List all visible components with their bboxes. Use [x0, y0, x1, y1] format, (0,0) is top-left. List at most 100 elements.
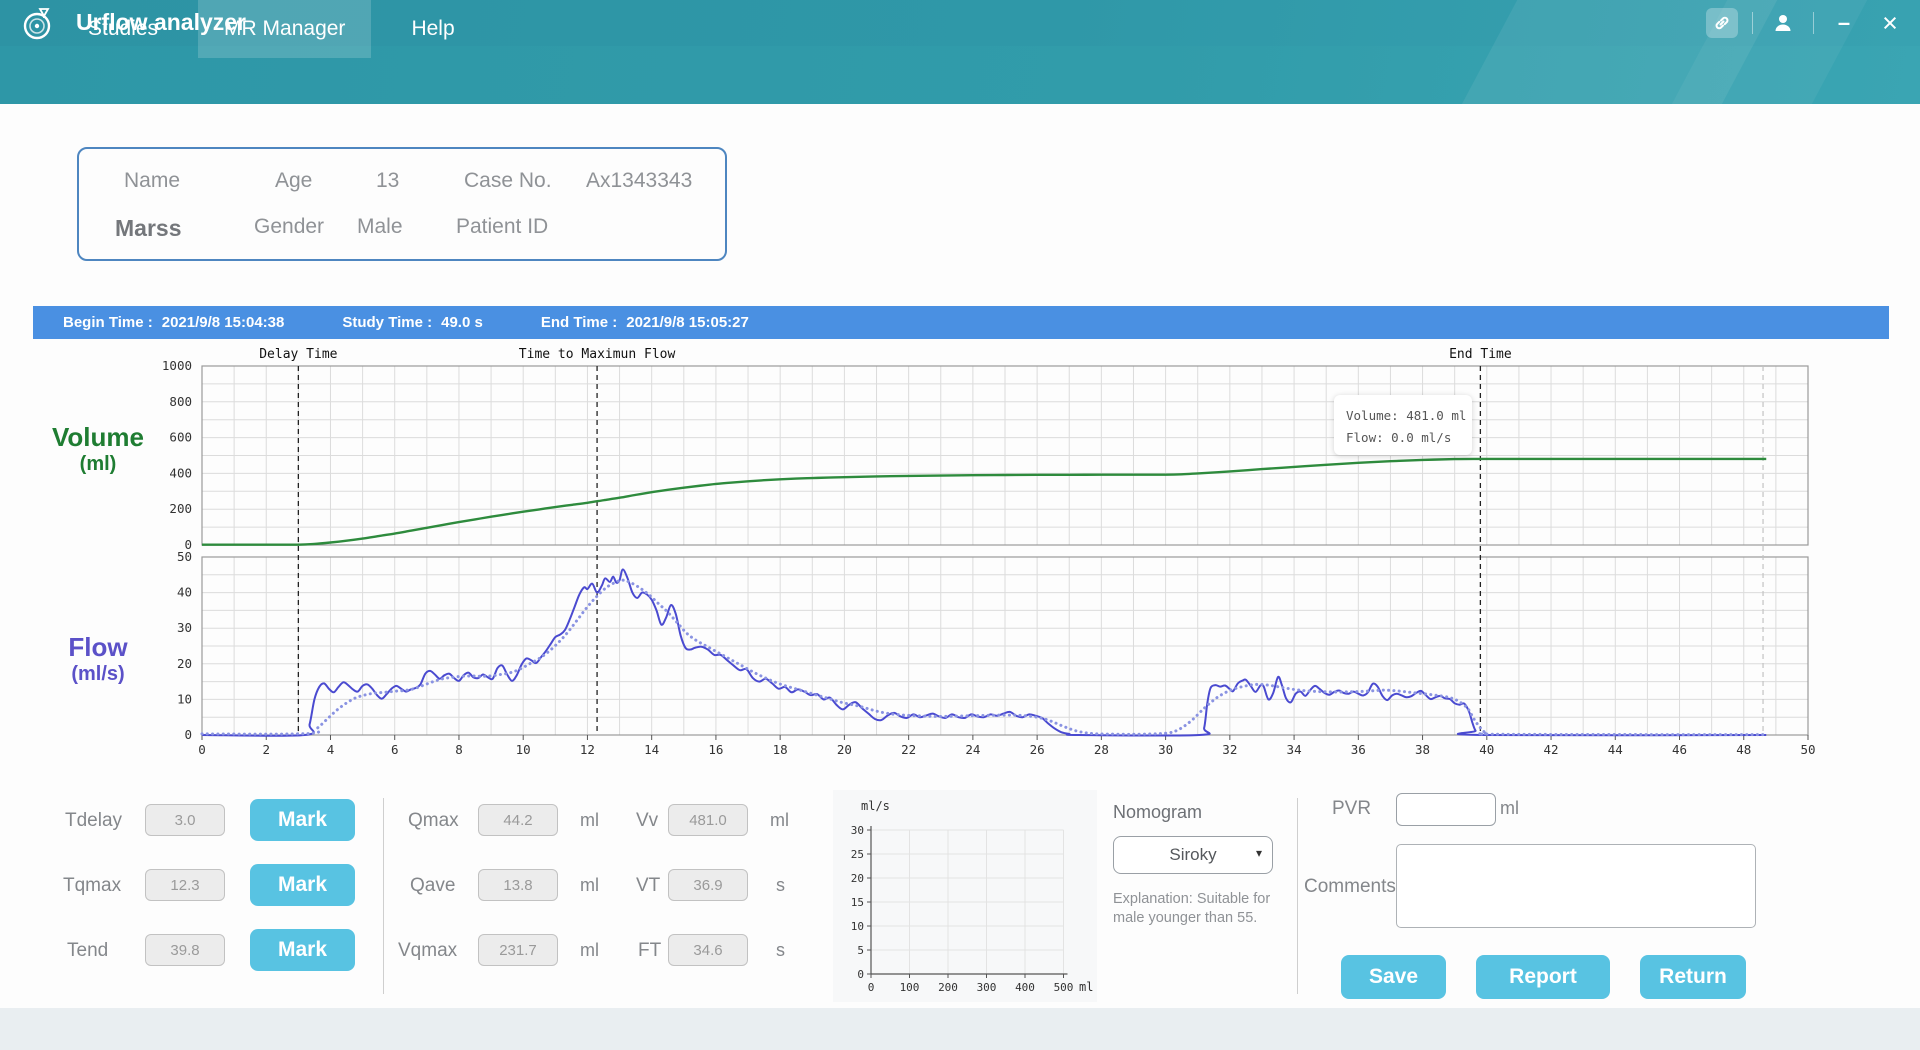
qave-input[interactable] [478, 869, 558, 901]
svg-text:36: 36 [1351, 742, 1366, 757]
svg-text:26: 26 [1030, 742, 1045, 757]
vt-label: VT [636, 875, 660, 897]
svg-text:200: 200 [938, 981, 958, 994]
qave-unit: ml [580, 875, 599, 896]
menu-item-help[interactable]: Help [385, 0, 480, 58]
minimize-button[interactable]: – [1828, 8, 1860, 38]
close-button[interactable]: × [1874, 8, 1906, 38]
svg-text:50: 50 [1800, 742, 1815, 757]
study-time-bar: Begin Time : 2021/9/8 15:04:38 Study Tim… [33, 306, 1889, 339]
flow-axis-title: Flow (ml/s) [33, 633, 163, 686]
patient-case-label: Case No. [464, 169, 552, 193]
tqmax-input[interactable] [145, 869, 225, 901]
tend-label: Tend [67, 940, 108, 962]
svg-text:10: 10 [177, 691, 192, 706]
footer-strip [0, 1008, 1920, 1050]
uroflow-chart: Volume (ml) Flow (ml/s) 0200400600800100… [0, 345, 1920, 775]
svg-text:16: 16 [708, 742, 723, 757]
patient-id-label: Patient ID [456, 215, 548, 239]
comments-textarea[interactable] [1396, 844, 1756, 928]
user-icon[interactable] [1767, 8, 1799, 38]
chevron-down-icon: ▾ [1256, 846, 1262, 860]
vqmax-label: Vqmax [398, 940, 457, 962]
flow-axis-unit: (ml/s) [33, 663, 163, 686]
svg-text:40: 40 [177, 585, 192, 600]
mark-tend-button[interactable]: Mark [250, 929, 355, 971]
menu-item-mr-manager[interactable]: MR Manager [198, 0, 371, 58]
svg-text:25: 25 [851, 848, 864, 861]
svg-text:0: 0 [198, 742, 206, 757]
vt-input[interactable] [668, 869, 748, 901]
svg-text:8: 8 [455, 742, 463, 757]
patient-gender-value: Male [357, 215, 403, 239]
svg-text:32: 32 [1222, 742, 1237, 757]
svg-text:0: 0 [868, 981, 875, 994]
svg-text:10: 10 [516, 742, 531, 757]
svg-text:44: 44 [1608, 742, 1623, 757]
ft-input[interactable] [668, 934, 748, 966]
svg-text:28: 28 [1094, 742, 1109, 757]
patient-age-value: 13 [376, 169, 399, 193]
mark-tqmax-button[interactable]: Mark [250, 864, 355, 906]
patient-name-value: Marss [115, 215, 181, 242]
patient-case-value: Ax1343343 [586, 169, 692, 193]
chart-tooltip: Volume: 481.0 ml Flow: 0.0 ml/s [1334, 395, 1472, 455]
vv-input[interactable] [668, 804, 748, 836]
svg-text:30: 30 [851, 824, 864, 837]
controls-panel: Tdelay Mark Tqmax Mark Tend Mark Qmax ml… [0, 790, 1920, 1008]
close-icon: × [1882, 10, 1898, 36]
qmax-label: Qmax [408, 810, 459, 832]
svg-text:46: 46 [1672, 742, 1687, 757]
svg-text:600: 600 [169, 430, 192, 445]
save-button[interactable]: Save [1341, 955, 1446, 999]
volume-axis-unit: (ml) [33, 453, 163, 476]
patient-info-box: Name Marss Age Gender 13 Male Case No. P… [77, 147, 727, 261]
nomogram-selected-value: Siroky [1169, 845, 1216, 865]
divider [1297, 798, 1298, 994]
svg-text:20: 20 [837, 742, 852, 757]
svg-text:10: 10 [851, 920, 864, 933]
minimize-icon: – [1838, 18, 1850, 28]
tooltip-volume: Volume: 481.0 ml [1346, 405, 1462, 427]
svg-text:Time to Maximun Flow: Time to Maximun Flow [519, 347, 676, 362]
vqmax-input[interactable] [478, 934, 558, 966]
pvr-input[interactable] [1396, 793, 1496, 826]
svg-text:0: 0 [184, 727, 192, 742]
mark-tdelay-button[interactable]: Mark [250, 799, 355, 841]
main-menu: Studies MR Manager Help [62, 0, 495, 58]
volume-axis-title: Volume (ml) [33, 423, 163, 476]
qmax-unit: ml [580, 810, 599, 831]
nomogram-label: Nomogram [1113, 802, 1202, 823]
svg-text:48: 48 [1736, 742, 1751, 757]
flow-axis-title-text: Flow [33, 633, 163, 663]
nomogram-select[interactable]: Siroky ▾ [1113, 836, 1273, 874]
vv-label: Vv [636, 810, 658, 832]
vv-unit: ml [770, 810, 789, 831]
svg-text:ml: ml [1079, 980, 1093, 994]
end-time-value: 2021/9/8 15:05:27 [626, 314, 749, 331]
patient-age-label: Age [275, 169, 312, 193]
svg-text:38: 38 [1415, 742, 1430, 757]
report-button[interactable]: Report [1476, 955, 1610, 999]
link-icon[interactable] [1706, 8, 1738, 38]
menu-item-studies[interactable]: Studies [62, 0, 184, 58]
svg-text:400: 400 [169, 465, 192, 480]
divider [1813, 12, 1814, 34]
svg-text:5: 5 [857, 944, 864, 957]
tdelay-input[interactable] [145, 804, 225, 836]
begin-time-value: 2021/9/8 15:04:38 [162, 314, 285, 331]
begin-time-label: Begin Time : [63, 314, 153, 331]
comments-label: Comments [1304, 876, 1396, 898]
svg-text:ml/s: ml/s [861, 799, 890, 813]
svg-text:Delay Time: Delay Time [259, 347, 337, 362]
tend-input[interactable] [145, 934, 225, 966]
window-controls: – × [1706, 8, 1906, 38]
uroflow-chart-svg: 0200400600800100001020304050024681012141… [0, 345, 1920, 775]
return-button[interactable]: Return [1640, 955, 1746, 999]
qmax-input[interactable] [478, 804, 558, 836]
svg-text:400: 400 [1015, 981, 1035, 994]
pvr-label: PVR [1332, 798, 1371, 820]
svg-text:200: 200 [169, 501, 192, 516]
tooltip-flow: Flow: 0.0 ml/s [1346, 427, 1462, 449]
vqmax-unit: ml [580, 940, 599, 961]
